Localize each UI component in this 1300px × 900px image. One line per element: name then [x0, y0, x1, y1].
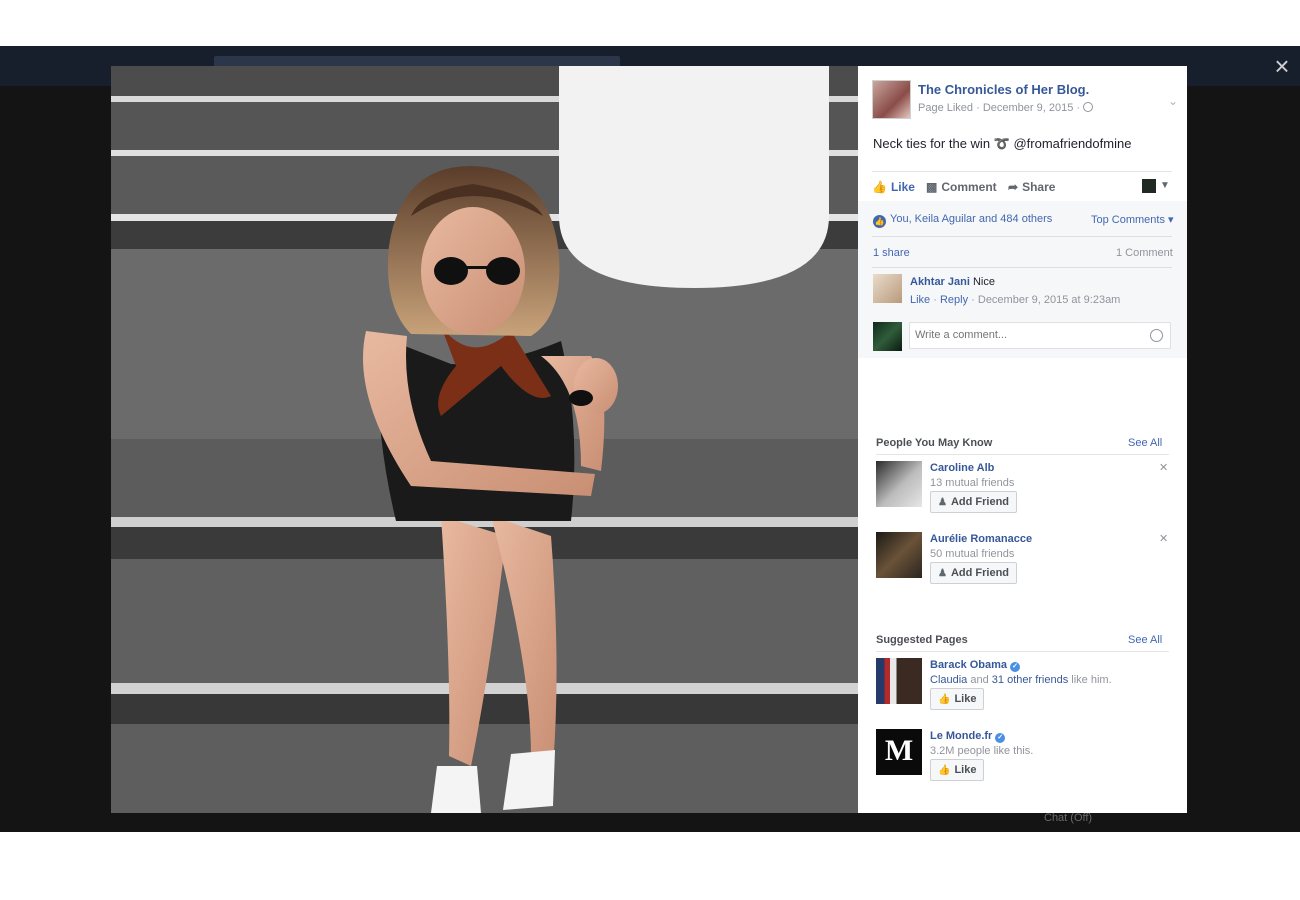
- verified-badge-icon: ✓: [995, 733, 1006, 743]
- person-photo[interactable]: [876, 532, 922, 578]
- suggested-pages-heading: Suggested Pages: [876, 634, 968, 646]
- close-icon[interactable]: ✕: [1159, 532, 1168, 545]
- like-button-label: Like: [890, 180, 915, 194]
- comment-reply-link[interactable]: Reply: [940, 294, 968, 306]
- comment-body: Akhtar Jani Nice: [910, 276, 995, 288]
- speech-bubble-icon: ▩: [926, 180, 938, 194]
- post-side-panel: The Chronicles of Her Blog. Page Liked ·…: [858, 66, 1187, 813]
- close-icon[interactable]: ✕: [1159, 461, 1168, 474]
- page-name-text: Barack Obama: [930, 659, 1008, 671]
- other-friends-link[interactable]: 31 other friends: [992, 674, 1068, 686]
- see-all-people-link[interactable]: See All: [1128, 437, 1162, 449]
- globe-icon: [1083, 102, 1094, 112]
- page-like-count: 3.2M people like this.: [930, 745, 1034, 757]
- commenter-avatar[interactable]: [873, 274, 902, 303]
- conjunction-text: and: [970, 674, 989, 686]
- likes-summary-text: You, Keila Aguilar and 484 others: [890, 213, 1053, 225]
- comment-count[interactable]: 1 Comment: [1116, 247, 1173, 259]
- share-button[interactable]: ➦ Share: [1008, 180, 1055, 194]
- friend-name-link[interactable]: Claudia: [930, 674, 967, 686]
- mutual-friends[interactable]: 13 mutual friends: [930, 477, 1014, 489]
- page-like-button[interactable]: 👍 Like: [930, 759, 985, 781]
- page-name-text: Le Monde.fr: [930, 730, 993, 742]
- add-friend-button[interactable]: ♟ Add Friend: [930, 491, 1018, 513]
- person-photo[interactable]: [876, 461, 922, 507]
- comment-button[interactable]: ▩ Comment: [926, 180, 997, 194]
- page-like-button[interactable]: 👍 Like: [930, 688, 985, 710]
- post-header: The Chronicles of Her Blog. Page Liked ·…: [872, 80, 1178, 120]
- divider: [876, 651, 1169, 652]
- page-avatar[interactable]: [872, 80, 911, 119]
- actor-selector-avatar[interactable]: [1142, 179, 1156, 193]
- likes-summary[interactable]: 👍 You, Keila Aguilar and 484 others: [873, 213, 1052, 228]
- suggested-person: Aurélie Romanacce 50 mutual friends ♟ Add…: [876, 532, 1171, 588]
- emoji-icon[interactable]: [1150, 329, 1163, 342]
- like-suffix-text: like him.: [1071, 674, 1112, 686]
- post-meta: Page Liked · December 9, 2015 ·: [918, 102, 1094, 114]
- page-like-label: Like: [954, 693, 977, 705]
- verified-badge-icon: ✓: [1010, 662, 1021, 672]
- share-arrow-icon: ➦: [1008, 180, 1019, 194]
- add-friend-label: Add Friend: [950, 567, 1010, 579]
- share-button-label: Share: [1022, 180, 1056, 194]
- commenter-name-link[interactable]: Akhtar Jani: [910, 276, 970, 288]
- like-reaction-icon: 👍: [873, 215, 886, 228]
- person-name-link[interactable]: Caroline Alb: [930, 462, 994, 474]
- comment-button-label: Comment: [941, 180, 997, 194]
- caret-down-icon[interactable]: ▼: [1160, 180, 1170, 191]
- comment-text: Nice: [972, 276, 995, 288]
- top-comments-dropdown[interactable]: Top Comments ▾: [1091, 213, 1174, 226]
- current-user-avatar: [873, 322, 902, 351]
- like-button[interactable]: 👍 Like: [872, 180, 915, 194]
- see-all-pages-link[interactable]: See All: [1128, 634, 1162, 646]
- suggested-page: M Le Monde.fr ✓ 3.2M people like this. 👍 L…: [876, 729, 1171, 785]
- feedback-section: 👍 You, Keila Aguilar and 484 others Top C…: [858, 201, 1187, 358]
- suggested-person: Caroline Alb 13 mutual friends ♟ Add Frie…: [876, 461, 1171, 517]
- add-friend-label: Add Friend: [950, 496, 1010, 508]
- share-count-link[interactable]: 1 share: [873, 247, 910, 259]
- add-friend-button[interactable]: ♟ Add Friend: [930, 562, 1018, 584]
- comment-timestamp[interactable]: December 9, 2015 at 9:23am: [978, 294, 1120, 306]
- page-social-context: Claudia and 31 other friends like him.: [930, 674, 1112, 686]
- page-name-link[interactable]: Le Monde.fr ✓: [930, 730, 1006, 743]
- people-you-may-know-heading: People You May Know: [876, 437, 993, 449]
- add-friend-icon: ♟: [938, 568, 947, 579]
- le-monde-logo[interactable]: M: [876, 729, 922, 775]
- page-name-link[interactable]: The Chronicles of Her Blog.: [918, 82, 1089, 97]
- thumbs-up-icon: 👍: [872, 180, 887, 194]
- page-name-link[interactable]: Barack Obama ✓: [930, 659, 1021, 672]
- mutual-friends[interactable]: 50 mutual friends: [930, 548, 1014, 560]
- chat-status-label: Chat (Off): [1044, 812, 1093, 824]
- write-comment-input[interactable]: [909, 322, 1171, 349]
- page-like-label: Like: [954, 764, 977, 776]
- chevron-down-icon[interactable]: ⌄: [1168, 94, 1178, 108]
- add-friend-icon: ♟: [938, 497, 947, 508]
- comment-like-link[interactable]: Like: [910, 294, 930, 306]
- post-meta-text: Page Liked · December 9, 2015 ·: [918, 102, 1081, 114]
- thumbs-up-icon: 👍: [938, 694, 951, 705]
- post-photo[interactable]: [111, 66, 858, 813]
- post-caption: Neck ties for the win ➰ @fromafriendofmi…: [873, 136, 1132, 151]
- suggested-page: Barack Obama ✓ Claudia and 31 other frien…: [876, 658, 1171, 714]
- divider: [872, 236, 1172, 237]
- divider: [872, 267, 1172, 268]
- post-actions-bar: 👍 Like ▩ Comment ➦ Share ▼: [872, 171, 1172, 203]
- page-photo[interactable]: [876, 658, 922, 704]
- divider: [876, 454, 1169, 455]
- person-name-link[interactable]: Aurélie Romanacce: [930, 533, 1032, 545]
- close-icon[interactable]: ×: [1268, 52, 1296, 80]
- thumbs-up-icon: 👍: [938, 765, 951, 776]
- comment-meta: Like · Reply · December 9, 2015 at 9:23a…: [910, 294, 1121, 306]
